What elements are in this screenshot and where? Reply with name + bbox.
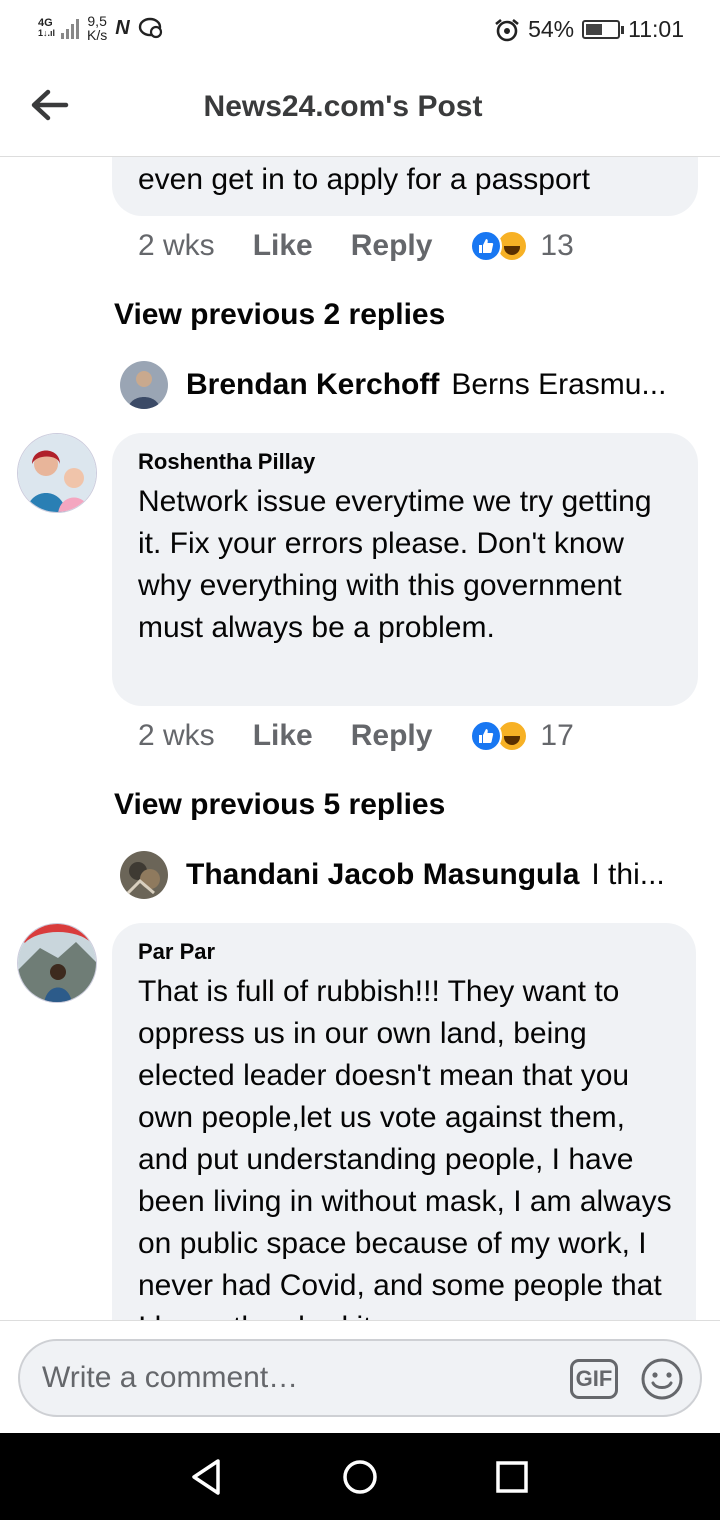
reply-button[interactable]: Reply xyxy=(351,229,433,263)
reply-button[interactable]: Reply xyxy=(351,719,433,753)
network-speed: 9,5 K/s xyxy=(87,13,108,43)
like-reaction-icon xyxy=(470,230,503,262)
reaction-count: 17 xyxy=(540,719,574,752)
back-nav-icon[interactable] xyxy=(186,1457,226,1497)
reactions[interactable] xyxy=(470,720,529,752)
reply-snippet: Berns Erasmu... xyxy=(451,368,667,401)
reactions[interactable] xyxy=(470,230,529,262)
avatar[interactable] xyxy=(17,923,97,1003)
like-reaction-icon xyxy=(470,720,503,752)
view-previous-replies[interactable]: View previous 2 replies xyxy=(114,298,445,332)
reaction-count: 13 xyxy=(540,229,574,262)
alarm-icon xyxy=(495,18,519,41)
avatar[interactable] xyxy=(17,433,97,513)
page-title: News24.com's Post xyxy=(203,90,483,123)
like-button[interactable]: Like xyxy=(253,229,313,263)
view-previous-replies[interactable]: View previous 5 replies xyxy=(114,788,445,822)
home-nav-icon[interactable] xyxy=(340,1457,380,1497)
recents-nav-icon[interactable] xyxy=(492,1457,532,1497)
comment-time[interactable]: 2 wks xyxy=(138,719,215,753)
reply-author[interactable]: Brendan Kerchoff xyxy=(186,368,439,402)
comment-bubble[interactable]: even get in to apply for a passport xyxy=(112,157,698,216)
gif-button[interactable]: GIF xyxy=(570,1359,618,1399)
avatar[interactable] xyxy=(120,361,168,409)
system-nav-bar xyxy=(0,1433,720,1520)
comment-author[interactable]: Par Par xyxy=(138,939,672,965)
clock: 11:01 xyxy=(628,16,684,42)
comment-input[interactable]: Write a comment… GIF xyxy=(18,1339,702,1417)
network-indicator: 4G 1↓.ıl xyxy=(38,17,56,39)
reply-author[interactable]: Thandani Jacob Masungula xyxy=(186,858,579,892)
nfc-icon: N xyxy=(115,16,130,39)
comment-text: Network issue everytime we try getting i… xyxy=(138,485,652,644)
comment-text: even get in to apply for a passport xyxy=(138,163,590,196)
comment-composer: Write a comment… GIF xyxy=(0,1320,720,1433)
comment-time[interactable]: 2 wks xyxy=(138,229,215,263)
reply-snippet: I thi... xyxy=(591,858,665,891)
reply-preview[interactable]: Brendan Kerchoff Berns Erasmu... xyxy=(120,361,666,409)
comment-text: That is full of rubbish!!! They want to … xyxy=(138,975,672,1320)
battery-fill xyxy=(586,24,603,35)
avatar[interactable] xyxy=(120,851,168,899)
reply-preview[interactable]: Thandani Jacob Masungula I thi... xyxy=(120,851,665,899)
comment-author[interactable]: Roshentha Pillay xyxy=(138,449,674,475)
comment-bubble[interactable]: Roshentha Pillay Network issue everytime… xyxy=(112,433,698,706)
status-bar: 4G 1↓.ıl 9,5 K/s N 54% 11:01 xyxy=(0,0,720,62)
message-notification-icon xyxy=(138,17,162,39)
comment-feed[interactable]: even get in to apply for a passport 2 wk… xyxy=(0,157,720,1320)
signal-icon xyxy=(61,17,80,39)
emoji-icon[interactable] xyxy=(640,1357,684,1401)
comment-actions: 2 wks Like Reply 17 xyxy=(138,719,574,753)
post-header: News24.com's Post xyxy=(0,62,720,157)
comment-placeholder: Write a comment… xyxy=(42,1361,299,1394)
battery-percent: 54% xyxy=(528,16,575,42)
battery-icon xyxy=(582,20,625,39)
like-button[interactable]: Like xyxy=(253,719,313,753)
comment-bubble[interactable]: Par Par That is full of rubbish!!! They … xyxy=(112,923,696,1320)
comment-actions: 2 wks Like Reply 13 xyxy=(138,229,574,263)
